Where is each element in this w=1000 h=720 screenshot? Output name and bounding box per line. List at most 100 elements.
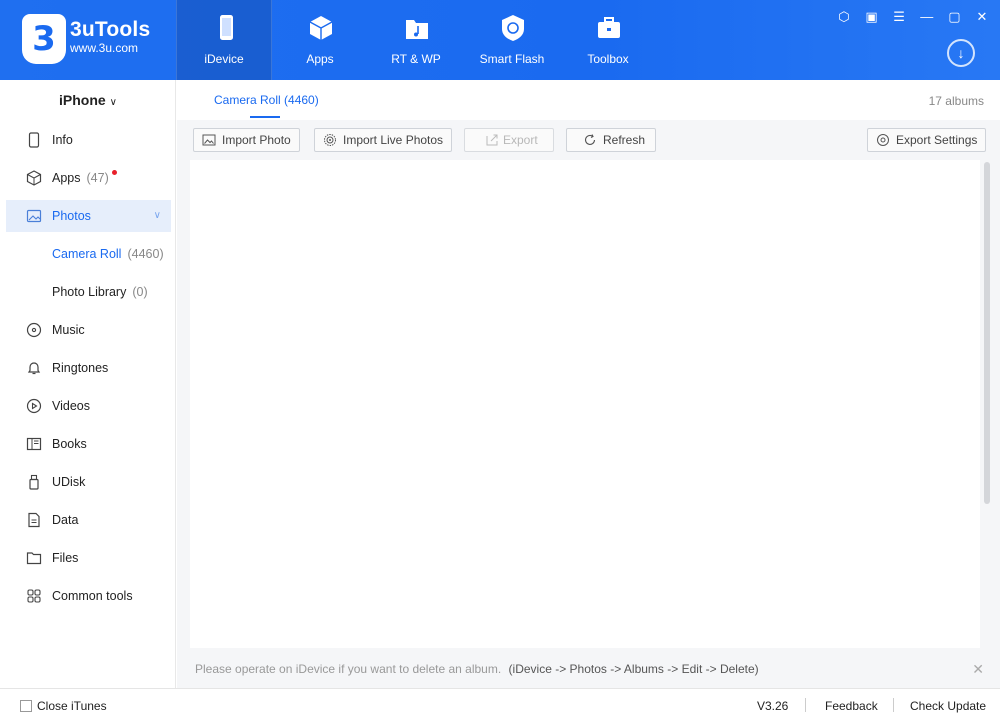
cube-icon (309, 16, 333, 40)
close-itunes-label[interactable]: Close iTunes (37, 699, 107, 713)
note-icon[interactable]: ▣ (864, 8, 880, 26)
device-selector[interactable]: iPhone ∨ (0, 92, 176, 108)
sidebar-item-label: Photo Library (52, 285, 127, 299)
maximize-icon[interactable]: ▢ (946, 8, 962, 26)
nav-tab-label: Toolbox (587, 52, 629, 66)
download-icon[interactable]: ↓ (947, 39, 975, 67)
main-panel: Camera Roll (4460) 17 albums Import Phot… (177, 80, 1000, 688)
top-header: 3 3uTools www.3u.com iDevice Apps RT & W… (0, 0, 1000, 80)
sidebar-item-common-tools[interactable]: Common tools (6, 580, 171, 612)
divider (805, 698, 806, 712)
albums-count: 17 albums (928, 94, 984, 108)
sidebar: iPhone ∨ Info Apps (47) Photos ∨ Camera Ro… (0, 80, 176, 688)
nav-tab-rt-wp[interactable]: RT & WP (368, 0, 464, 80)
folder-icon (26, 552, 42, 565)
export-settings-button[interactable]: Export Settings (867, 128, 987, 152)
sidebar-item-label: UDisk (52, 475, 86, 489)
nav-tab-label: Smart Flash (479, 52, 545, 66)
nav-tab-smart-flash[interactable]: Smart Flash (464, 0, 560, 80)
sidebar-item-label: Info (52, 133, 73, 147)
nav-tab-idevice[interactable]: iDevice (176, 0, 272, 80)
phone-icon (220, 15, 233, 40)
live-photo-icon (324, 134, 336, 146)
music-folder-icon (406, 20, 428, 39)
import-photo-button[interactable]: Import Photo (193, 128, 300, 152)
usb-icon (29, 474, 39, 490)
flash-cycle-icon (502, 15, 524, 41)
version-label: V3.26 (757, 699, 789, 713)
sidebar-item-books[interactable]: Books (6, 428, 171, 460)
sidebar-item-udisk[interactable]: UDisk (6, 466, 171, 498)
sidebar-item-label: Ringtones (52, 361, 109, 375)
active-tab-indicator (250, 116, 280, 118)
tab-camera-roll[interactable]: Camera Roll (4460) (214, 93, 319, 107)
sidebar-item-label: Photos (52, 209, 91, 223)
close-icon[interactable]: ✕ (972, 655, 984, 683)
sidebar-item-videos[interactable]: Videos (6, 390, 171, 422)
button-label: Import Live Photos (343, 133, 444, 147)
chevron-down-icon: ∨ (153, 210, 161, 221)
sidebar-item-data[interactable]: Data (6, 504, 171, 536)
sidebar-item-apps[interactable]: Apps (47) (6, 162, 171, 194)
app-url: www.3u.com (70, 41, 139, 55)
delete-album-notice: Please operate on iDevice if you want to… (177, 655, 1000, 688)
bell-icon (27, 362, 41, 375)
sidebar-item-label: Common tools (52, 589, 133, 603)
sidebar-item-label: Camera Roll (52, 247, 122, 261)
sidebar-item-label: Files (52, 551, 79, 565)
nav-tab-label: iDevice (204, 52, 244, 66)
notice-text: Please operate on iDevice if you want to… (195, 662, 502, 676)
sidebar-item-info[interactable]: Info (6, 124, 171, 156)
check-update-link[interactable]: Check Update (910, 699, 986, 713)
export-button[interactable]: Export (464, 128, 554, 152)
button-label: Import Photo (222, 133, 291, 147)
toolbox-icon (598, 17, 620, 38)
vertical-scrollbar[interactable] (984, 162, 990, 504)
image-import-icon (202, 134, 216, 146)
close-itunes-checkbox[interactable] (20, 700, 32, 712)
logo-badge: 3 (22, 14, 66, 64)
nav-tab-toolbox[interactable]: Toolbox (560, 0, 656, 80)
photos-toolbar: Import Photo Import Live Photos Export R… (177, 120, 1000, 160)
sidebar-item-camera-roll[interactable]: Camera Roll (4460) (6, 238, 171, 270)
import-live-photos-button[interactable]: Import Live Photos (314, 128, 453, 152)
feedback-link[interactable]: Feedback (825, 699, 878, 713)
sidebar-item-count: (47) (86, 171, 109, 185)
minimize-icon[interactable]: — (919, 8, 935, 26)
play-circle-icon (26, 398, 42, 414)
refresh-button[interactable]: Refresh (566, 128, 656, 152)
shirt-icon[interactable]: ⬡ (836, 8, 852, 26)
nav-tab-label: RT & WP (391, 52, 441, 66)
book-icon (26, 437, 42, 451)
divider (893, 698, 894, 712)
sidebar-item-count: (0) (132, 285, 148, 299)
app-name: 3uTools (70, 18, 151, 41)
sidebar-item-label: Videos (52, 399, 90, 413)
nav-tab-apps[interactable]: Apps (272, 0, 368, 80)
notification-dot (111, 170, 117, 175)
nav-tab-label: Apps (306, 52, 334, 66)
sidebar-item-ringtones[interactable]: Ringtones (6, 352, 171, 384)
device-name: iPhone (59, 92, 106, 108)
chevron-down-icon: ∨ (109, 97, 117, 108)
phone-outline-icon (28, 132, 40, 148)
window-controls: ⬡ ▣ ☰ — ▢ ✕ (828, 8, 990, 26)
sidebar-item-photos[interactable]: Photos ∨ (6, 200, 171, 232)
sidebar-item-photo-library[interactable]: Photo Library (0) (6, 276, 171, 308)
button-label: Export (503, 133, 538, 147)
status-bar: Close iTunes V3.26 Feedback Check Update (0, 688, 1000, 720)
sidebar-item-label: Books (52, 437, 87, 451)
album-tabbar: Camera Roll (4460) 17 albums (177, 80, 1000, 120)
button-label: Refresh (603, 133, 646, 147)
close-icon[interactable]: ✕ (974, 8, 990, 26)
photo-grid-area[interactable] (190, 160, 980, 648)
sidebar-item-music[interactable]: Music (6, 314, 171, 346)
cube-outline-icon (26, 170, 42, 186)
notice-path: (iDevice -> Photos -> Albums -> Edit -> … (508, 662, 759, 676)
sidebar-item-files[interactable]: Files (6, 542, 171, 574)
app-logo: 3 3uTools www.3u.com (22, 14, 172, 66)
apps-grid-icon (27, 589, 41, 603)
document-icon (28, 512, 40, 528)
picture-icon (26, 209, 42, 223)
menu-icon[interactable]: ☰ (891, 8, 907, 26)
